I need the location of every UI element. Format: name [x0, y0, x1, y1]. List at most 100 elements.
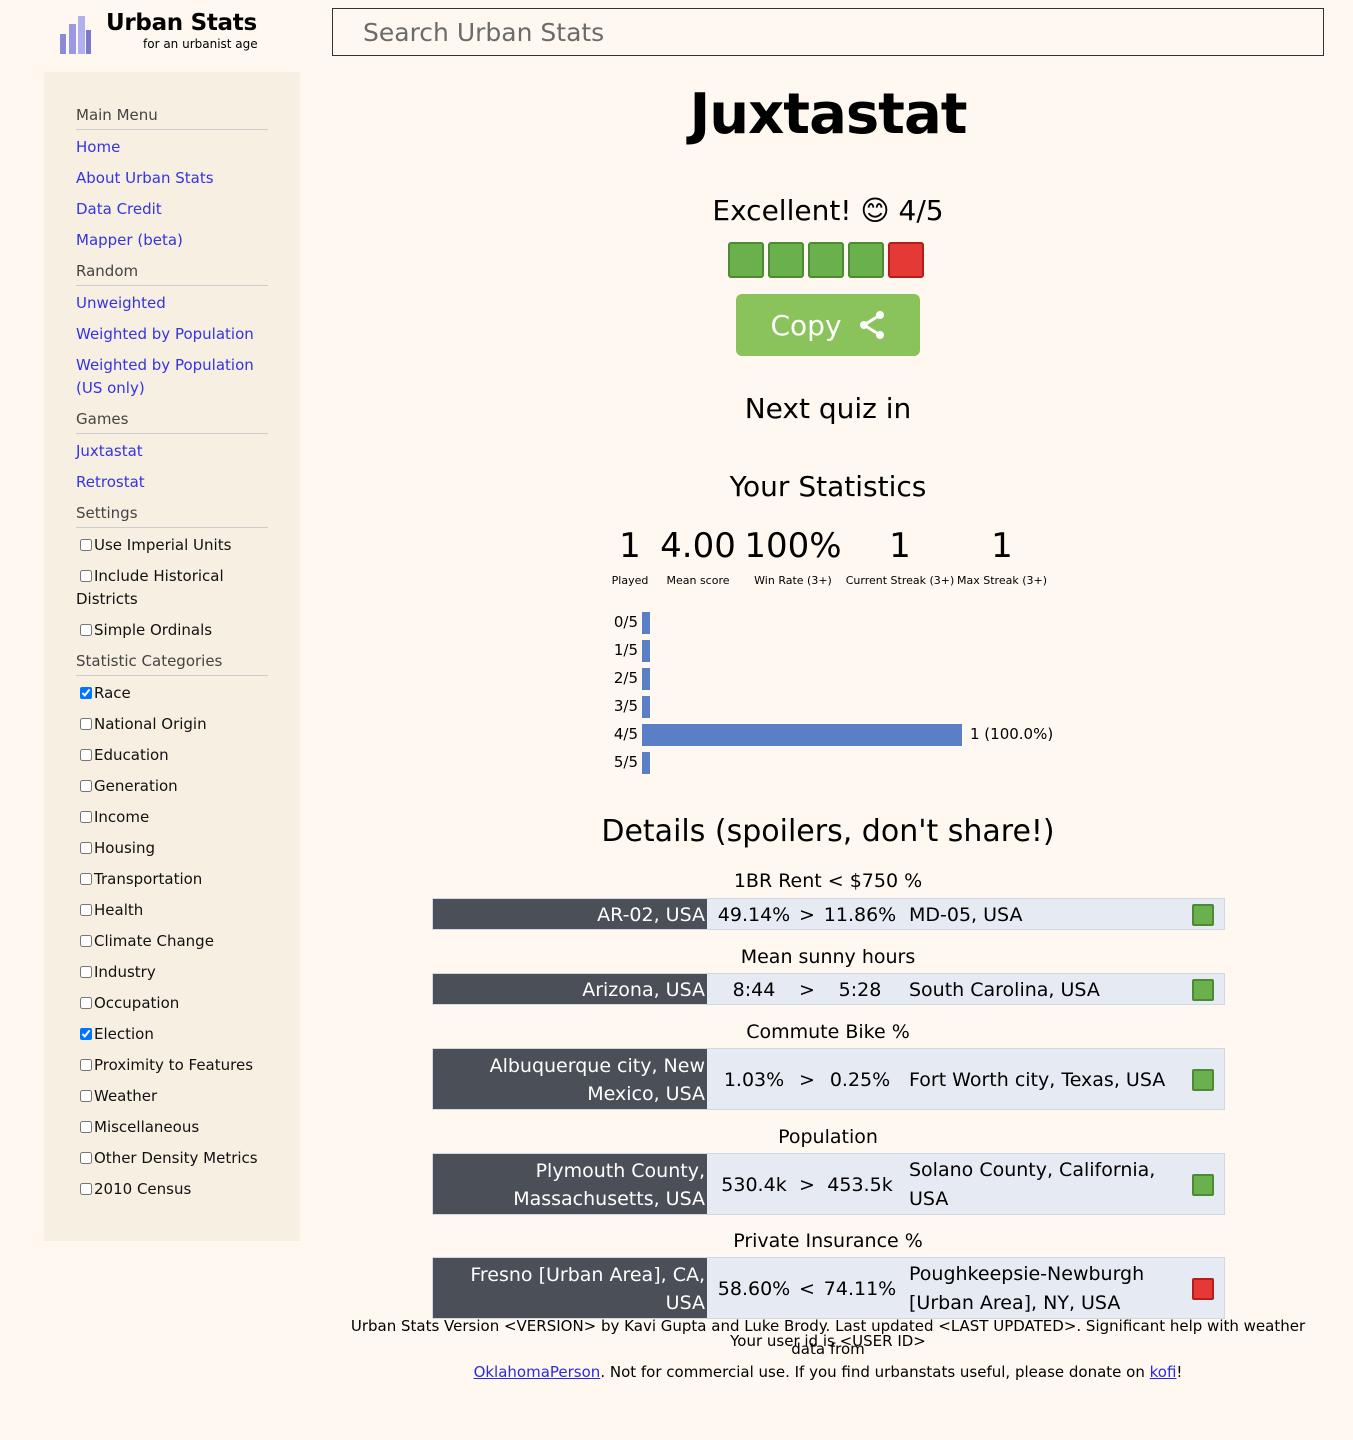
distribution-bar — [642, 640, 650, 662]
checkbox-row-2010-census[interactable]: 2010 Census — [76, 1178, 268, 1201]
checkbox-industry[interactable] — [80, 966, 92, 978]
checkbox-row-simple-ordinals[interactable]: Simple Ordinals — [76, 619, 268, 642]
copy-button[interactable]: Copy — [736, 294, 920, 356]
result-text: Excellent! 😊 4/5 — [712, 194, 944, 227]
brand-title: Urban Stats — [106, 10, 257, 36]
checkbox-row-use-imperial-units[interactable]: Use Imperial Units — [76, 534, 268, 557]
question-right-region: South Carolina, USA — [909, 978, 1100, 1001]
checkbox-include-historical-districts[interactable] — [80, 570, 92, 582]
brand-subtitle: for an urbanist age — [143, 37, 258, 51]
distribution-bar — [642, 612, 650, 634]
checkbox-occupation[interactable] — [80, 997, 92, 1009]
checkbox-row-housing[interactable]: Housing — [76, 837, 268, 860]
checkbox-weather[interactable] — [80, 1090, 92, 1102]
checkbox-row-election[interactable]: Election — [76, 1023, 268, 1046]
checkbox-transportation[interactable] — [80, 873, 92, 885]
question-right-value: 453.5k — [827, 1174, 893, 1196]
checkbox-row-industry[interactable]: Industry — [76, 961, 268, 984]
result-square-green — [848, 242, 884, 278]
distribution-bar — [642, 724, 962, 746]
checkbox-miscellaneous[interactable] — [80, 1121, 92, 1133]
question-row: Fresno [Urban Area], CA, USA 58.60% <74.11… — [432, 1257, 1225, 1319]
checkbox-generation[interactable] — [80, 780, 92, 792]
checkbox-row-generation[interactable]: Generation — [76, 775, 268, 798]
checkbox-election[interactable] — [80, 1028, 92, 1040]
score-distribution: 0/5 1/5 2/5 3/5 4/5 1 (100.0%) 5/5 — [602, 610, 1102, 778]
distribution-bar — [642, 668, 650, 690]
footer-text-mid: . Not for commercial use. If you find ur… — [600, 1363, 1145, 1381]
distribution-row: 0/5 — [602, 610, 1102, 638]
share-icon — [859, 311, 884, 339]
checkbox-education[interactable] — [80, 749, 92, 761]
checkbox-climate-change[interactable] — [80, 935, 92, 947]
sidebar-item-retrostat[interactable]: Retrostat — [76, 471, 268, 494]
checkbox-row-race[interactable]: Race — [76, 682, 268, 705]
next-quiz-text: Next quiz in — [744, 392, 912, 425]
footer-text-end: ! — [1176, 1363, 1183, 1381]
sidebar-item-about[interactable]: About Urban Stats — [76, 167, 268, 190]
checkbox-2010-census[interactable] — [80, 1183, 92, 1195]
checkbox-label: Generation — [94, 777, 178, 795]
distribution-row: 4/5 1 (100.0%) — [602, 722, 1102, 750]
checkbox-other-density-metrics[interactable] — [80, 1152, 92, 1164]
checkbox-row-weather[interactable]: Weather — [76, 1085, 268, 1108]
sidebar-item-unweighted[interactable]: Unweighted — [76, 292, 268, 315]
distribution-label: 2/5 — [613, 669, 638, 687]
checkbox-race[interactable] — [80, 687, 92, 699]
checkbox-row-occupation[interactable]: Occupation — [76, 992, 268, 1015]
result-square-green — [728, 242, 764, 278]
checkbox-label: Transportation — [94, 870, 203, 888]
checkbox-national-origin[interactable] — [80, 718, 92, 730]
result-square-green — [768, 242, 804, 278]
checkbox-row-climate-change[interactable]: Climate Change — [76, 930, 268, 953]
checkbox-health[interactable] — [80, 904, 92, 916]
logo-mark-icon — [60, 16, 91, 54]
checkbox-label: Election — [94, 1025, 154, 1043]
distribution-bar — [642, 752, 650, 774]
checkbox-row-include-historical-districts[interactable]: Include Historical Districts — [76, 565, 268, 611]
checkbox-label: Income — [94, 808, 150, 826]
checkbox-use-imperial-units[interactable] — [80, 539, 92, 551]
checkbox-row-miscellaneous[interactable]: Miscellaneous — [76, 1116, 268, 1139]
question-left-region: Fresno [Urban Area], CA, USA — [433, 1258, 707, 1318]
checkbox-income[interactable] — [80, 811, 92, 823]
question-right-region: Fort Worth city, Texas, USA — [909, 1068, 1166, 1091]
question-left-value: 530.4k — [721, 1174, 787, 1196]
checkbox-row-proximity-to-features[interactable]: Proximity to Features — [76, 1054, 268, 1077]
checkbox-row-other-density-metrics[interactable]: Other Density Metrics — [76, 1147, 268, 1170]
checkbox-housing[interactable] — [80, 842, 92, 854]
checkbox-row-income[interactable]: Income — [76, 806, 268, 829]
sidebar-item-juxtastat[interactable]: Juxtastat — [76, 440, 268, 463]
sidebar-item-data-credit[interactable]: Data Credit — [76, 198, 268, 221]
sidebar-item-weighted-population[interactable]: Weighted by Population — [76, 323, 268, 346]
checkbox-label: 2010 Census — [94, 1180, 192, 1198]
logo[interactable]: Urban Stats for an urbanist age — [58, 10, 298, 58]
checkbox-label: National Origin — [94, 715, 207, 733]
checkbox-simple-ordinals[interactable] — [80, 624, 92, 636]
distribution-row: 1/5 — [602, 638, 1102, 666]
question-row: Plymouth County, Massachusetts, USA 530.4… — [432, 1153, 1225, 1215]
question-comparison: < — [799, 1278, 815, 1300]
checkbox-label: Housing — [94, 839, 155, 857]
checkbox-row-education[interactable]: Education — [76, 744, 268, 767]
question-stat-label: Commute Bike % — [746, 1021, 910, 1043]
sidebar-item-mapper[interactable]: Mapper (beta) — [76, 229, 268, 252]
checkbox-proximity-to-features[interactable] — [80, 1059, 92, 1071]
distribution-label: 5/5 — [613, 753, 638, 771]
sidebar-heading-categories: Statistic Categories — [76, 650, 268, 676]
checkbox-row-national-origin[interactable]: National Origin — [76, 713, 268, 736]
sidebar-item-weighted-population-us[interactable]: Weighted by Population (US only) — [76, 354, 268, 400]
checkbox-row-health[interactable]: Health — [76, 899, 268, 922]
checkbox-label: Other Density Metrics — [94, 1149, 258, 1167]
question-left-value: 8:44 — [732, 979, 776, 1001]
correct-icon — [1192, 1069, 1214, 1091]
search-input[interactable] — [332, 8, 1324, 56]
footer-link-kofi[interactable]: kofi — [1150, 1363, 1177, 1381]
question-left-region: AR-02, USA — [433, 899, 707, 929]
question-left-value: 1.03% — [723, 1069, 785, 1091]
footer-link-oklahomaperson[interactable]: OklahomaPerson — [474, 1363, 601, 1381]
page-title: Juxtastat — [689, 82, 967, 147]
checkbox-label: Health — [94, 901, 144, 919]
checkbox-row-transportation[interactable]: Transportation — [76, 868, 268, 891]
sidebar-item-home[interactable]: Home — [76, 136, 268, 159]
